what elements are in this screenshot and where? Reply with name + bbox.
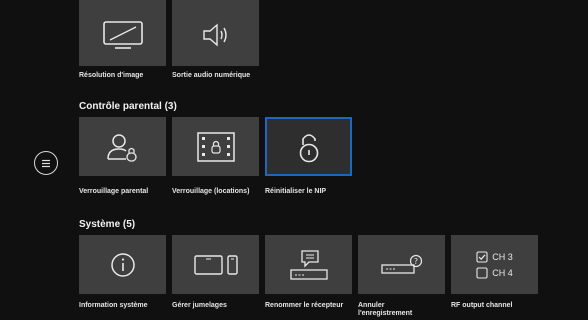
menu-button[interactable] bbox=[34, 151, 58, 175]
checkbox-empty-icon bbox=[476, 266, 488, 279]
tablet-phone-icon bbox=[193, 253, 239, 277]
speaker-icon bbox=[201, 22, 231, 48]
monitor-resolution-icon bbox=[102, 20, 144, 50]
tile-rental-lock[interactable] bbox=[172, 117, 259, 176]
tile-rf-output-channel[interactable]: CH 3 CH 4 bbox=[451, 235, 538, 294]
channel-options: CH 3 CH 4 bbox=[476, 250, 513, 279]
section-title-parental: Contrôle parental (3) bbox=[79, 101, 177, 112]
tile-label: Sortie audio numérique bbox=[172, 72, 251, 79]
channel-option-ch3[interactable]: CH 3 bbox=[476, 250, 513, 263]
unlocked-padlock-icon bbox=[296, 131, 322, 163]
user-lock-icon bbox=[106, 132, 140, 162]
menu-icon bbox=[41, 159, 51, 168]
tile-label: Réinitialiser le NIP bbox=[265, 188, 327, 195]
tile-label: RF output channel bbox=[451, 302, 513, 309]
tile-label: Annuler l'enregistrement bbox=[358, 302, 413, 317]
film-lock-icon bbox=[196, 131, 236, 163]
tile-rename-receiver[interactable] bbox=[265, 235, 352, 294]
tile-reset-pin[interactable] bbox=[265, 117, 352, 176]
tile-system-info[interactable] bbox=[79, 235, 166, 294]
tile-picture-resolution[interactable] bbox=[79, 0, 166, 66]
receiver-question-icon: ? bbox=[379, 253, 425, 277]
svg-text:?: ? bbox=[413, 257, 417, 266]
tile-parental-lock[interactable] bbox=[79, 117, 166, 176]
checkbox-checked-icon bbox=[476, 250, 488, 263]
receiver-message-icon bbox=[288, 249, 330, 281]
channel-option-ch4[interactable]: CH 4 bbox=[476, 266, 513, 279]
channel-label: CH 4 bbox=[492, 267, 513, 278]
tile-cancel-recording[interactable]: ? bbox=[358, 235, 445, 294]
tile-manage-pairings[interactable] bbox=[172, 235, 259, 294]
info-icon bbox=[109, 251, 137, 279]
channel-label: CH 3 bbox=[492, 251, 513, 262]
section-title-system: Système (5) bbox=[79, 219, 136, 230]
tile-digital-audio-output[interactable] bbox=[172, 0, 259, 66]
